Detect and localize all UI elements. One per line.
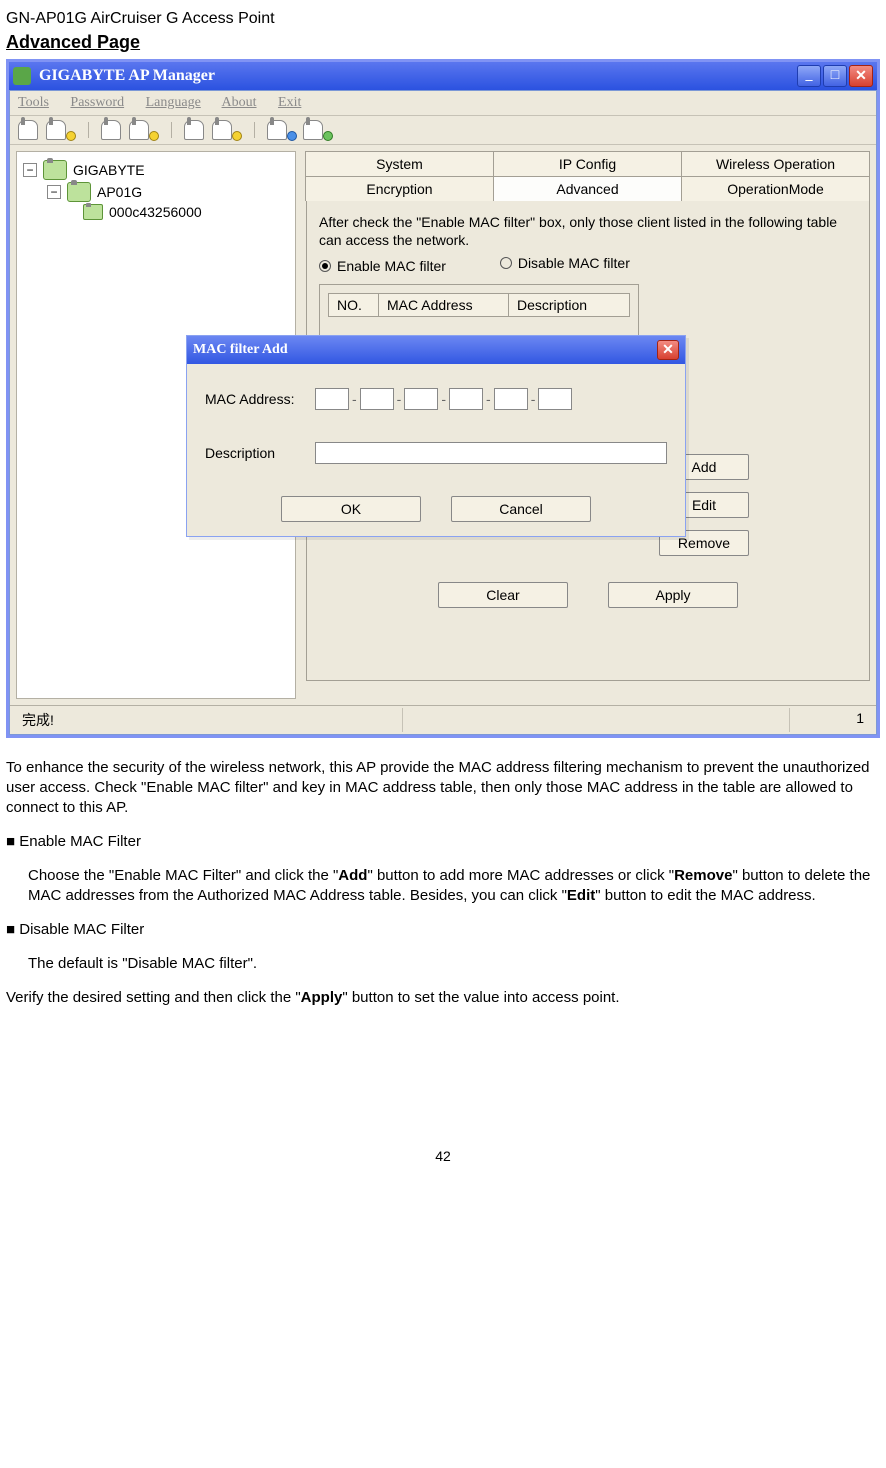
menu-password[interactable]: Password xyxy=(70,95,124,110)
config-pane: System IP Config Wireless Operation Encr… xyxy=(296,145,876,705)
titlebar: GIGABYTE AP Manager _ □ ✕ xyxy=(9,62,877,90)
tab-advanced[interactable]: Advanced xyxy=(493,176,682,201)
tree-leaf-node[interactable]: 000c43256000 xyxy=(83,204,289,220)
dialog-buttons: OK Cancel xyxy=(205,496,667,522)
toolbar-ap-alert-icon[interactable] xyxy=(46,120,76,140)
app-body: Tools Password Language About Exit − xyxy=(9,90,877,735)
mac-octet-5[interactable] xyxy=(494,388,528,410)
toolbar xyxy=(10,116,876,145)
dialog-titlebar: MAC filter Add ✕ xyxy=(187,336,685,364)
section-title: Advanced Page xyxy=(0,30,886,59)
disable-mac-filter-paragraph: The default is "Disable MAC filter". xyxy=(6,954,880,974)
toolbar-ap-icon-3[interactable] xyxy=(184,120,206,140)
mac-octet-3[interactable] xyxy=(404,388,438,410)
mac-octet-4[interactable] xyxy=(449,388,483,410)
app-window: GIGABYTE AP Manager _ □ ✕ Tools Password… xyxy=(6,59,880,738)
status-spacer xyxy=(403,708,790,732)
col-mac: MAC Address xyxy=(379,294,509,316)
toolbar-divider xyxy=(171,122,172,138)
tab-row-1: System IP Config Wireless Operation xyxy=(306,151,870,176)
toolbar-ap-home-icon[interactable] xyxy=(303,120,333,140)
dialog-body: MAC Address: - - - - - Description xyxy=(187,364,685,536)
tab-operationmode[interactable]: OperationMode xyxy=(681,176,870,201)
mac-filter-hint: After check the "Enable MAC filter" box,… xyxy=(319,213,857,249)
toolbar-ap-alert-icon-3[interactable] xyxy=(212,120,242,140)
menu-tools[interactable]: Tools xyxy=(18,95,49,110)
apply-button[interactable]: Apply xyxy=(608,582,738,608)
mac-table-header: NO. MAC Address Description xyxy=(328,293,630,317)
device-icon xyxy=(83,204,103,220)
tree-root-label: GIGABYTE xyxy=(73,162,145,178)
statusbar: 完成! 1 xyxy=(10,705,876,734)
clear-button[interactable]: Clear xyxy=(438,582,568,608)
dialog-ok-button[interactable]: OK xyxy=(281,496,421,522)
mac-octet-1[interactable] xyxy=(315,388,349,410)
close-button[interactable]: ✕ xyxy=(849,65,873,87)
dash-icon: - xyxy=(352,391,357,407)
minimize-button[interactable]: _ xyxy=(797,65,821,87)
mac-octet-6[interactable] xyxy=(538,388,572,410)
disable-mac-filter-radio[interactable]: Disable MAC filter xyxy=(500,255,630,271)
dialog-cancel-button[interactable]: Cancel xyxy=(451,496,591,522)
dialog-title: MAC filter Add xyxy=(193,342,657,358)
radio-unchecked-icon xyxy=(500,257,512,269)
menubar: Tools Password Language About Exit xyxy=(10,91,876,116)
radio-checked-icon xyxy=(319,260,331,272)
enable-mac-filter-paragraph: Choose the "Enable MAC Filter" and click… xyxy=(6,866,880,906)
mac-octet-2[interactable] xyxy=(360,388,394,410)
col-no: NO. xyxy=(329,294,379,316)
mac-address-row: MAC Address: - - - - - xyxy=(205,388,667,410)
expand-icon[interactable]: − xyxy=(47,185,61,199)
description-input[interactable] xyxy=(315,442,667,464)
toolbar-ap-icon[interactable] xyxy=(18,120,40,140)
page-number: 42 xyxy=(0,1148,886,1164)
dash-icon: - xyxy=(397,391,402,407)
toolbar-ap-icon-2[interactable] xyxy=(101,120,123,140)
description-label: Description xyxy=(205,445,315,461)
maximize-button[interactable]: □ xyxy=(823,65,847,87)
menu-exit[interactable]: Exit xyxy=(278,95,301,110)
col-desc: Description xyxy=(509,294,629,316)
mac-filter-radio-group: Enable MAC filter Disable MAC filter xyxy=(319,255,857,274)
ap-icon xyxy=(67,182,91,202)
mac-address-label: MAC Address: xyxy=(205,391,315,407)
app-icon xyxy=(13,67,31,85)
enable-mac-filter-label: Enable MAC filter xyxy=(337,258,446,274)
toolbar-divider xyxy=(88,122,89,138)
toolbar-ap-refresh-icon[interactable] xyxy=(267,120,297,140)
tab-system[interactable]: System xyxy=(305,151,494,176)
disable-mac-filter-heading: Disable MAC Filter xyxy=(6,920,880,940)
tree-child-label: AP01G xyxy=(97,184,142,200)
ap-group-icon xyxy=(43,160,67,180)
tree-leaf-label: 000c43256000 xyxy=(109,204,202,220)
advanced-bottom-buttons: Clear Apply xyxy=(319,582,857,608)
description-row: Description xyxy=(205,442,667,464)
menu-about[interactable]: About xyxy=(222,95,257,110)
enable-mac-filter-radio[interactable]: Enable MAC filter xyxy=(319,258,446,274)
enable-mac-filter-heading: Enable MAC Filter xyxy=(6,832,880,852)
status-text: 完成! xyxy=(16,708,403,732)
toolbar-divider xyxy=(254,122,255,138)
dash-icon: - xyxy=(441,391,446,407)
dash-icon: - xyxy=(486,391,491,407)
tab-wireless-operation[interactable]: Wireless Operation xyxy=(681,151,870,176)
toolbar-ap-alert-icon-2[interactable] xyxy=(129,120,159,140)
status-count: 1 xyxy=(790,708,870,732)
menu-language[interactable]: Language xyxy=(146,95,201,110)
intro-paragraph: To enhance the security of the wireless … xyxy=(6,758,880,818)
tab-encryption[interactable]: Encryption xyxy=(305,176,494,201)
disable-mac-filter-label: Disable MAC filter xyxy=(518,255,630,271)
verify-paragraph: Verify the desired setting and then clic… xyxy=(6,988,880,1008)
tab-ipconfig[interactable]: IP Config xyxy=(493,151,682,176)
tree-root-node[interactable]: − GIGABYTE xyxy=(23,160,289,180)
window-title: GIGABYTE AP Manager xyxy=(39,67,797,85)
dash-icon: - xyxy=(531,391,536,407)
mac-filter-add-dialog: MAC filter Add ✕ MAC Address: - - - - - xyxy=(186,335,686,537)
dialog-close-button[interactable]: ✕ xyxy=(657,340,679,360)
tab-row-2: Encryption Advanced OperationMode xyxy=(306,176,870,201)
doc-header-title: GN-AP01G AirCruiser G Access Point xyxy=(0,0,886,30)
document-body-text: To enhance the security of the wireless … xyxy=(0,738,886,1028)
expand-icon[interactable]: − xyxy=(23,163,37,177)
tree-child-node[interactable]: − AP01G xyxy=(47,182,289,202)
